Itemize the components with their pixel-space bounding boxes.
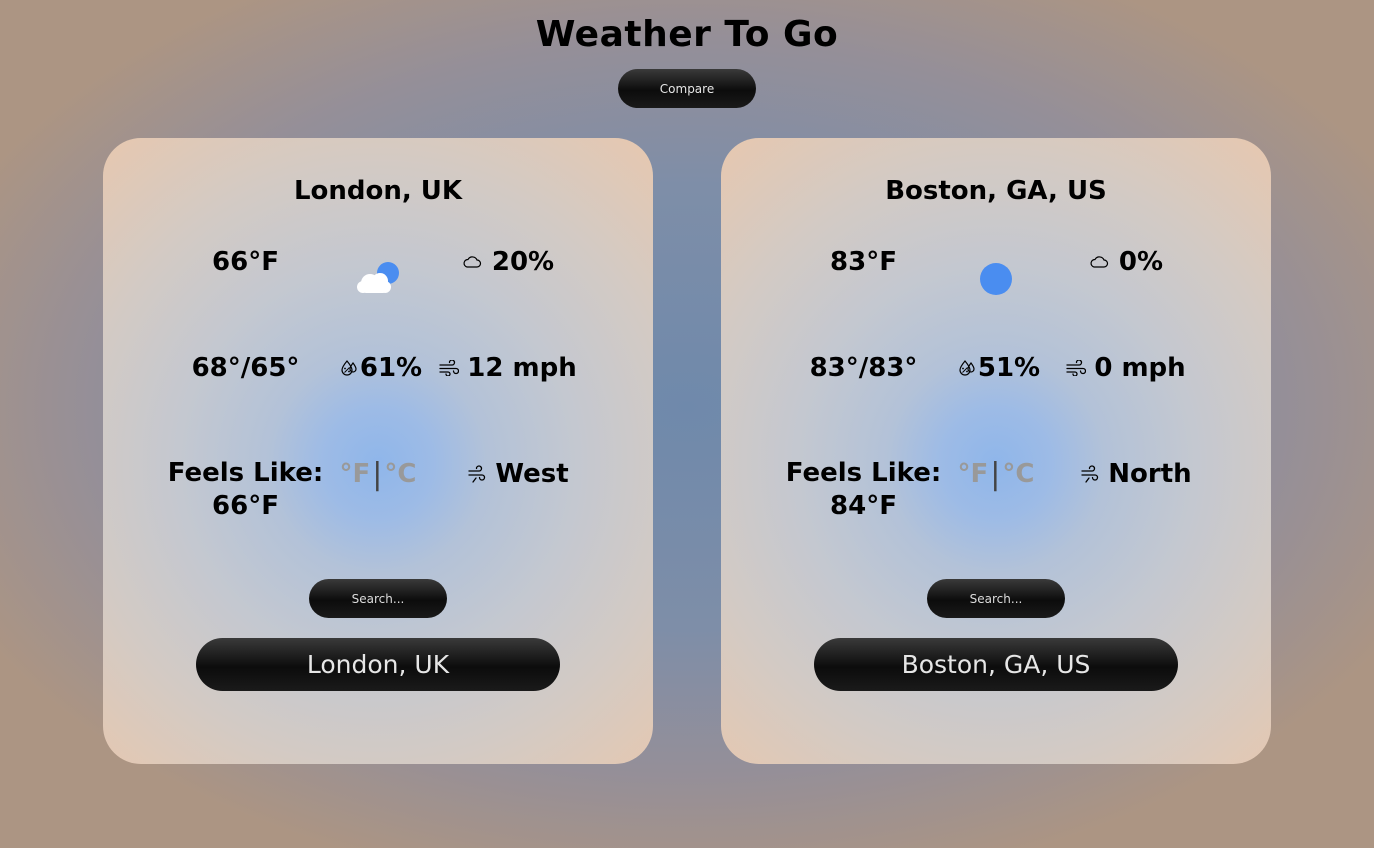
unit-separator: | — [990, 456, 1001, 492]
cloudiness-value: 0% — [1118, 247, 1164, 277]
compare-button[interactable]: Compare — [618, 69, 756, 108]
feels-like-value: 66°F — [212, 491, 279, 521]
humidity-value: 61% — [359, 353, 423, 383]
partly-cloudy-icon — [348, 253, 408, 303]
current-temperature: 66°F — [212, 247, 279, 277]
wind-direction-value: West — [495, 459, 569, 489]
humidity-icon — [958, 359, 976, 377]
location-title: Boston, GA, US — [885, 176, 1107, 206]
search-input[interactable] — [927, 579, 1065, 618]
wind-speed: 12 mph — [433, 348, 583, 388]
city-button[interactable]: London, UK — [196, 638, 560, 691]
humidity: 61% — [331, 348, 431, 388]
wind-direction: North — [1061, 454, 1211, 494]
unit-separator: | — [372, 456, 383, 492]
weather-card-london: London, UK 66°F 20% 68°/65° 61% 12 mph F… — [103, 138, 653, 764]
search-input[interactable] — [309, 579, 447, 618]
wind-speed: 0 mph — [1051, 348, 1201, 388]
wind-speed-value: 0 mph — [1094, 353, 1186, 383]
humidity-icon — [340, 359, 358, 377]
cloudiness-value: 20% — [491, 247, 555, 277]
humidity-value: 51% — [977, 353, 1041, 383]
cloudiness: 0% — [1051, 242, 1201, 282]
location-title: London, UK — [293, 176, 463, 206]
high-low-temperature: 68°/65° — [191, 353, 300, 383]
celsius-toggle[interactable]: °C — [384, 459, 416, 489]
app-title: Weather To Go — [535, 14, 839, 55]
high-low-temperature: 83°/83° — [809, 353, 918, 383]
wind-speed-value: 12 mph — [467, 353, 577, 383]
humidity: 51% — [949, 348, 1049, 388]
wind-direction-icon — [1080, 465, 1100, 483]
clear-sky-icon — [966, 253, 1026, 303]
city-button[interactable]: Boston, GA, US — [814, 638, 1178, 691]
feels-like: Feels Like: 66°F — [143, 454, 348, 526]
cloudiness: 20% — [433, 242, 583, 282]
feels-like: Feels Like: 84°F — [761, 454, 966, 526]
unit-toggle[interactable]: °F | °C — [328, 454, 428, 494]
weather-card-boston: Boston, GA, US 83°F 0% 83°/83° 51% 0 mph… — [721, 138, 1271, 764]
feels-like-label: Feels Like: — [167, 458, 324, 488]
cloud-icon — [462, 255, 482, 269]
cloud-icon — [1089, 255, 1109, 269]
feels-like-value: 84°F — [830, 491, 897, 521]
wind-direction-value: North — [1108, 459, 1192, 489]
unit-toggle[interactable]: °F | °C — [946, 454, 1046, 494]
feels-like-label: Feels Like: — [785, 458, 942, 488]
wind-direction: West — [443, 454, 593, 494]
fahrenheit-toggle[interactable]: °F — [958, 459, 989, 489]
fahrenheit-toggle[interactable]: °F — [340, 459, 371, 489]
wind-icon — [439, 360, 460, 376]
celsius-toggle[interactable]: °C — [1002, 459, 1034, 489]
wind-icon — [1066, 360, 1087, 376]
current-temperature: 83°F — [830, 247, 897, 277]
wind-direction-icon — [467, 465, 487, 483]
